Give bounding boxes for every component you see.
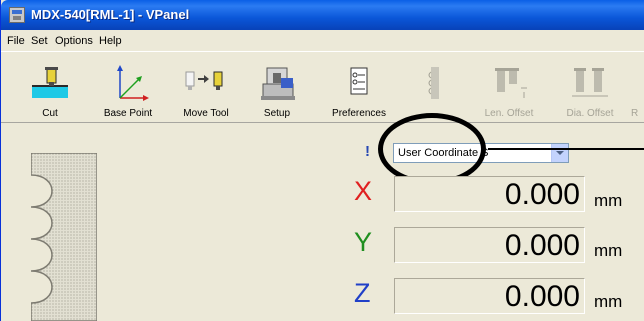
z-axis-label: Z (354, 278, 371, 308)
menu-set[interactable]: Set (31, 35, 48, 47)
move-tool-button[interactable]: Move Tool (173, 52, 239, 123)
len-offset-label: Len. Offset (484, 108, 534, 119)
chevron-down-icon[interactable] (551, 144, 568, 162)
window-title: MDX-540[RML-1] - VPanel (31, 7, 190, 22)
toolbar-overflow-button[interactable]: R (631, 52, 644, 123)
y-unit-label: mm (594, 241, 623, 260)
x-unit-label: mm (594, 191, 623, 210)
y-coordinate-value: 0.000 (504, 229, 580, 262)
diameter-offset-icon (572, 68, 608, 97)
cut-icon (32, 67, 68, 98)
setup-machine-icon (261, 67, 295, 100)
app-icon[interactable] (9, 7, 25, 23)
toolbar: Cut Base Point Move Tool Setup Preferenc… (1, 52, 644, 123)
x-coordinate-display: 0.000 (394, 176, 585, 212)
preferences-button[interactable]: Preferences (327, 52, 391, 123)
setup-button[interactable]: Setup (255, 52, 299, 123)
setup-label: Setup (263, 108, 291, 119)
title-bar[interactable]: MDX-540[RML-1] - VPanel (1, 0, 644, 30)
move-tool-icon (185, 71, 223, 90)
base-point-button[interactable]: Base Point (97, 52, 159, 123)
z-unit-label: mm (594, 292, 623, 311)
x-axis-label: X (354, 176, 373, 206)
y-axis-label: Y (354, 227, 373, 257)
dia-offset-button[interactable]: Dia. Offset (557, 52, 623, 123)
tool-profile-graphic (31, 153, 97, 321)
callout-pointer-line (488, 148, 644, 150)
move-tool-label: Move Tool (183, 108, 229, 119)
length-offset-icon (495, 68, 527, 98)
menu-help[interactable]: Help (99, 35, 122, 47)
callout-highlight-ring (378, 113, 486, 185)
y-coordinate-display: 0.000 (394, 227, 585, 263)
cut-button[interactable]: Cut (23, 52, 77, 123)
vpanel-window: MDX-540[RML-1] - VPanel File Set Options… (0, 0, 644, 321)
z-coordinate-display: 0.000 (394, 278, 585, 314)
cut-label: Cut (42, 108, 58, 119)
menu-bar: File Set Options Help (1, 30, 644, 52)
preferences-icon (350, 67, 368, 95)
x-coordinate-value: 0.000 (504, 178, 580, 211)
menu-options[interactable]: Options (55, 35, 93, 47)
len-offset-button[interactable]: Len. Offset (479, 52, 539, 123)
coordinate-info-icon[interactable]: ! (365, 143, 370, 160)
menu-file[interactable]: File (7, 35, 25, 47)
z-coordinate-value: 0.000 (504, 280, 580, 313)
base-point-icon (117, 65, 149, 101)
base-point-label: Base Point (103, 108, 153, 119)
overflow-label: R (631, 108, 639, 119)
preferences-label: Preferences (332, 108, 386, 119)
tool-profile-icon (428, 67, 439, 99)
dia-offset-label: Dia. Offset (566, 108, 614, 119)
